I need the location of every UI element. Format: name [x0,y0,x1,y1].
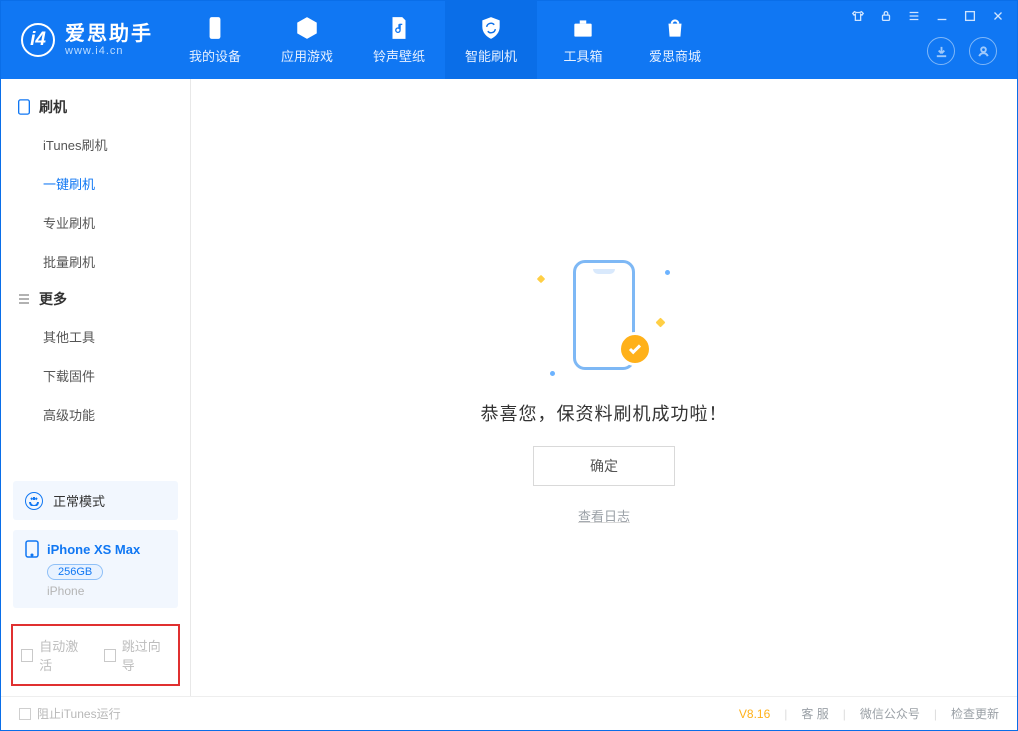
tab-toolbox[interactable]: 工具箱 [537,1,629,79]
device-icon [25,540,39,558]
phone-icon [202,15,228,41]
minimize-icon[interactable] [933,7,951,25]
sparkle-icon [537,275,545,283]
tab-label: 应用游戏 [281,46,333,65]
group-label: 更多 [39,289,67,309]
titlebar-controls [849,7,1007,25]
menu-icon[interactable] [905,7,923,25]
tab-label: 工具箱 [563,46,602,65]
checkbox-label: 阻止iTunes运行 [37,705,121,722]
options-highlight-box: 自动激活 跳过向导 [11,624,180,686]
app-url: www.i4.cn [65,45,153,57]
logo-text: 爱思助手 www.i4.cn [65,24,153,57]
tab-store[interactable]: 爱思商城 [629,1,721,79]
refresh-shield-icon [478,15,504,41]
app-window: i4 爱思助手 www.i4.cn 我的设备 应用游戏 铃声壁纸 智能刷机 [0,0,1018,731]
main-content: 恭喜您，保资料刷机成功啦！ 确定 查看日志 [191,79,1017,696]
view-log-link[interactable]: 查看日志 [578,506,630,525]
music-file-icon [386,15,412,41]
checkbox-box-icon [19,708,31,720]
sidebar-item-pro-flash[interactable]: 专业刷机 [1,203,190,242]
sidebar-item-batch-flash[interactable]: 批量刷机 [1,242,190,281]
tab-my-device[interactable]: 我的设备 [169,1,261,79]
logo: i4 爱思助手 www.i4.cn [1,1,169,79]
success-message: 恭喜您，保资料刷机成功啦！ [481,400,728,426]
close-icon[interactable] [989,7,1007,25]
success-illustration [514,250,694,380]
maximize-icon[interactable] [961,7,979,25]
separator: | [784,707,787,721]
sidebar-item-itunes-flash[interactable]: iTunes刷机 [1,125,190,164]
tab-apps[interactable]: 应用游戏 [261,1,353,79]
dot-icon [665,270,670,275]
sidebar: 刷机 iTunes刷机 一键刷机 专业刷机 批量刷机 更多 其他工具 下载固件 … [1,79,191,696]
customer-service-link[interactable]: 客 服 [801,705,828,722]
account-button[interactable] [969,37,997,65]
tab-label: 我的设备 [189,46,241,65]
toolbox-icon [570,15,596,41]
app-name: 爱思助手 [65,24,153,45]
checkbox-skip-guide[interactable]: 跳过向导 [104,636,171,674]
checkbox-label: 自动激活 [39,636,87,674]
sidebar-item-download-firmware[interactable]: 下载固件 [1,356,190,395]
list-icon [17,291,31,307]
header: i4 爱思助手 www.i4.cn 我的设备 应用游戏 铃声壁纸 智能刷机 [1,1,1017,79]
sidebar-item-oneclick-flash[interactable]: 一键刷机 [1,164,190,203]
mode-panel[interactable]: 正常模式 [13,481,178,520]
footer: 阻止iTunes运行 V8.16 | 客 服 | 微信公众号 | 检查更新 [1,696,1017,730]
sidebar-item-advanced[interactable]: 高级功能 [1,395,190,434]
sidebar-group-flash[interactable]: 刷机 [1,89,190,125]
checkbox-box-icon [104,649,116,662]
download-button[interactable] [927,37,955,65]
device-capacity: 256GB [47,564,103,580]
lock-icon[interactable] [877,7,895,25]
device-panel[interactable]: iPhone XS Max 256GB iPhone [13,530,178,608]
footer-right: V8.16 | 客 服 | 微信公众号 | 检查更新 [739,705,999,722]
wechat-link[interactable]: 微信公众号 [860,705,920,722]
tab-ringtone[interactable]: 铃声壁纸 [353,1,445,79]
checkbox-box-icon [21,649,33,662]
tab-label: 智能刷机 [465,46,517,65]
separator: | [934,707,937,721]
tshirt-icon[interactable] [849,7,867,25]
bag-icon [662,15,688,41]
body: 刷机 iTunes刷机 一键刷机 专业刷机 批量刷机 更多 其他工具 下载固件 … [1,79,1017,696]
tab-label: 爱思商城 [649,46,701,65]
checkbox-label: 跳过向导 [122,636,170,674]
logo-mark-icon: i4 [21,23,55,57]
device-name: iPhone XS Max [47,542,140,557]
nav-tabs: 我的设备 应用游戏 铃声壁纸 智能刷机 工具箱 爱思商城 [169,1,721,79]
version-label: V8.16 [739,707,770,721]
mode-label: 正常模式 [53,491,105,510]
ok-button[interactable]: 确定 [533,446,675,486]
mode-icon [25,492,43,510]
sparkle-icon [656,318,666,328]
sidebar-scroll: 刷机 iTunes刷机 一键刷机 专业刷机 批量刷机 更多 其他工具 下载固件 … [1,79,190,471]
dot-icon [550,371,555,376]
checkbox-auto-activate[interactable]: 自动激活 [21,636,88,674]
device-type: iPhone [47,584,166,598]
sidebar-item-other-tools[interactable]: 其他工具 [1,317,190,356]
cube-icon [294,15,320,41]
phone-outline-icon [17,99,31,115]
checkbox-block-itunes[interactable]: 阻止iTunes运行 [19,705,121,722]
check-update-link[interactable]: 检查更新 [951,705,999,722]
separator: | [843,707,846,721]
sidebar-group-more[interactable]: 更多 [1,281,190,317]
group-label: 刷机 [39,97,67,117]
tab-label: 铃声壁纸 [373,46,425,65]
tab-flash[interactable]: 智能刷机 [445,1,537,79]
check-badge-icon [618,332,652,366]
